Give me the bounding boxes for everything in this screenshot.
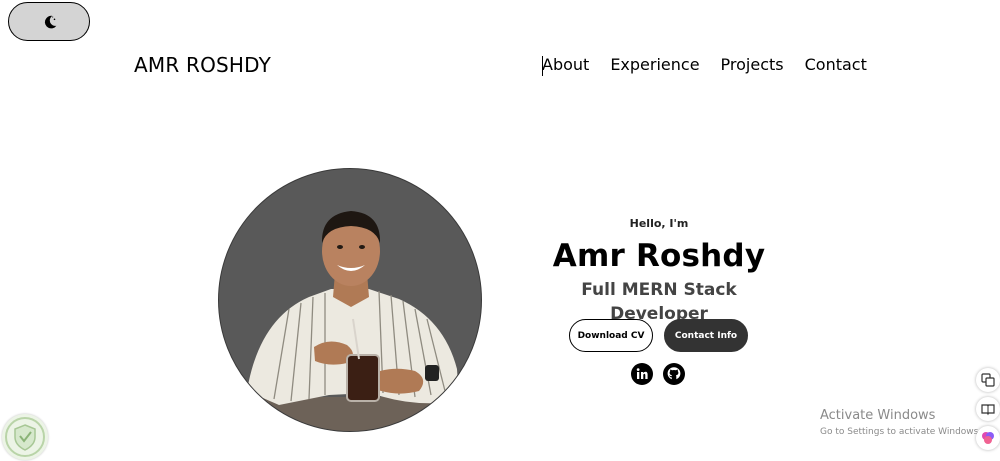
profile-name: Amr Roshdy (552, 238, 766, 274)
theme-toggle-button[interactable] (8, 2, 90, 41)
profile-photo-illustration (247, 211, 459, 431)
github-icon[interactable] (663, 363, 685, 385)
nav-about[interactable]: About (542, 55, 589, 74)
browser-side-tools (976, 368, 1000, 455)
nav-experience[interactable]: Experience (610, 55, 699, 74)
intro-section: Hello, I'm Amr Roshdy Full MERN Stack De… (530, 216, 788, 385)
brand-logo[interactable]: AMR ROSHDY (134, 53, 271, 77)
ai-assistant-icon[interactable] (976, 426, 1000, 450)
linkedin-icon[interactable] (631, 363, 653, 385)
contact-info-button[interactable]: Contact Info (664, 319, 748, 352)
text-cursor (542, 56, 543, 76)
nav-contact[interactable]: Contact (805, 55, 867, 74)
watermark-title: Activate Windows (820, 408, 936, 423)
watermark-subtitle: Go to Settings to activate Windows. (820, 427, 982, 437)
greeting-text: Hello, I'm (629, 217, 689, 230)
reader-icon[interactable] (976, 397, 1000, 421)
nav-projects[interactable]: Projects (721, 55, 784, 74)
download-cv-button[interactable]: Download CV (569, 319, 653, 352)
moon-icon (44, 15, 57, 28)
translate-icon[interactable] (976, 368, 1000, 392)
windows-activation-watermark: Activate Windows Go to Settings to activ… (820, 408, 981, 439)
social-links (631, 363, 685, 385)
cta-buttons: Download CV Contact Info (569, 319, 748, 352)
profile-picture (218, 168, 482, 432)
main-nav: About Experience Projects Contact (542, 55, 867, 76)
portfolio-page: AMR ROSHDY About Experience Projects Con… (0, 0, 1000, 461)
extension-badge-icon[interactable] (2, 414, 48, 460)
